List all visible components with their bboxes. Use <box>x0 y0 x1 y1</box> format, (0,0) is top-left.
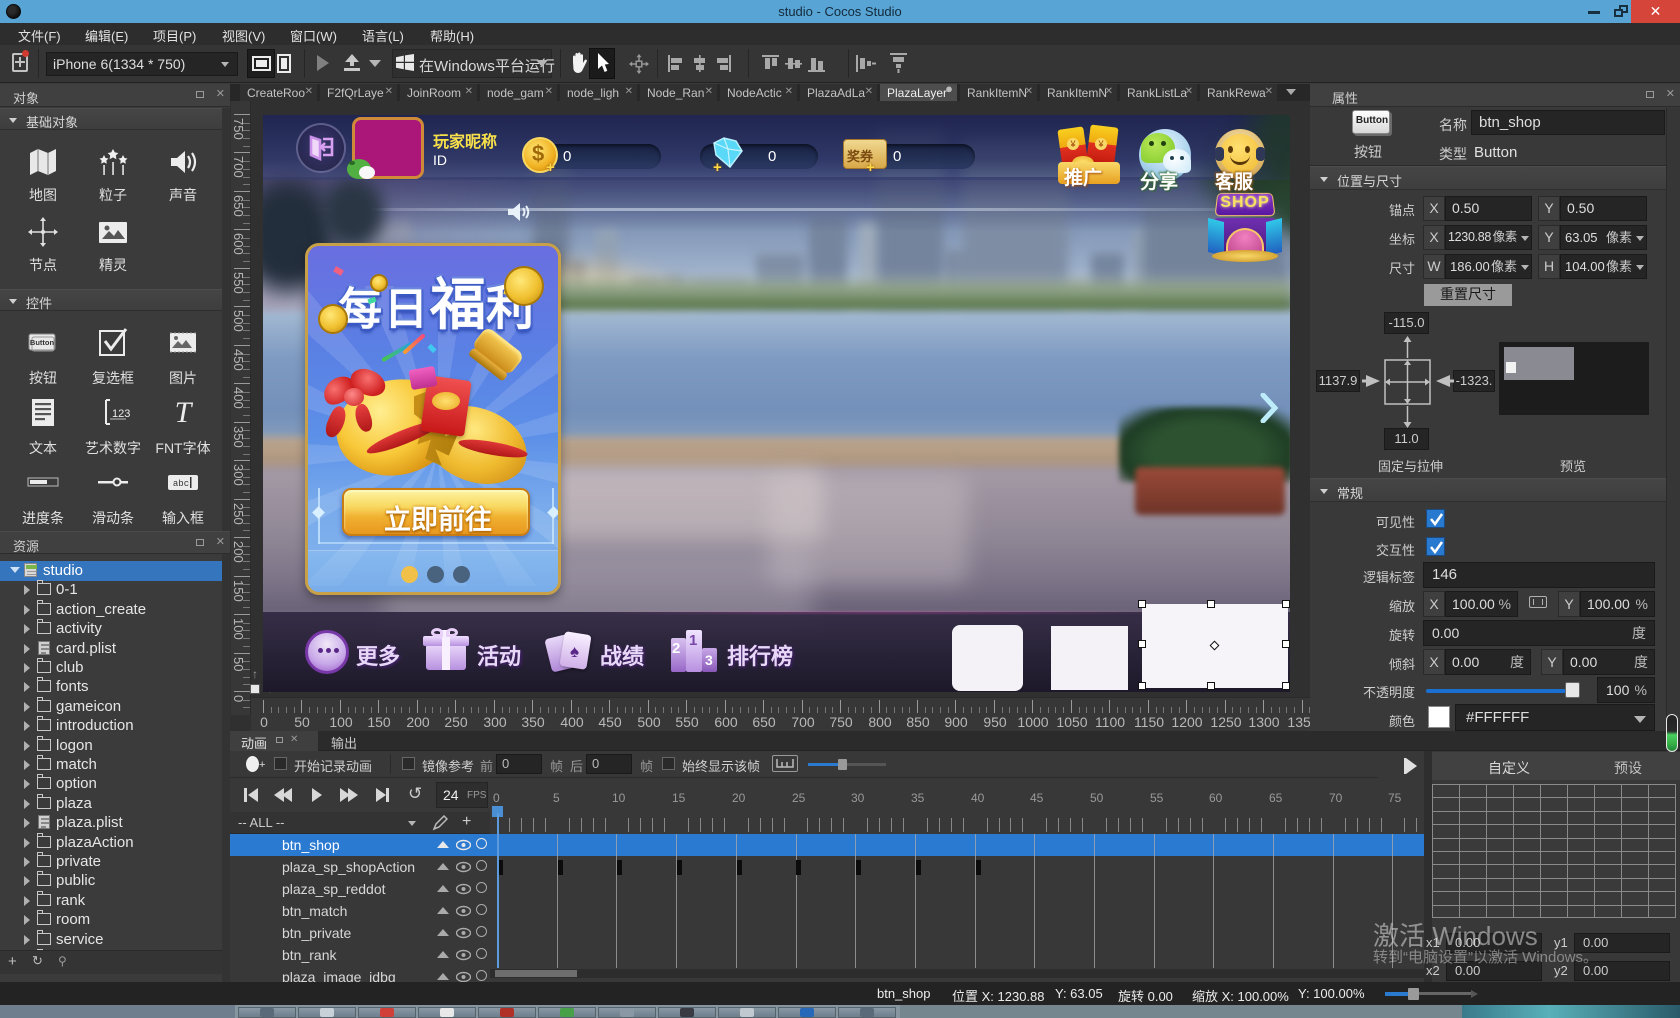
svg-text:123: 123 <box>112 408 130 420</box>
svg-text:abc: abc <box>173 479 189 489</box>
svg-text:Button: Button <box>30 338 55 347</box>
svg-text:T: T <box>175 396 194 429</box>
